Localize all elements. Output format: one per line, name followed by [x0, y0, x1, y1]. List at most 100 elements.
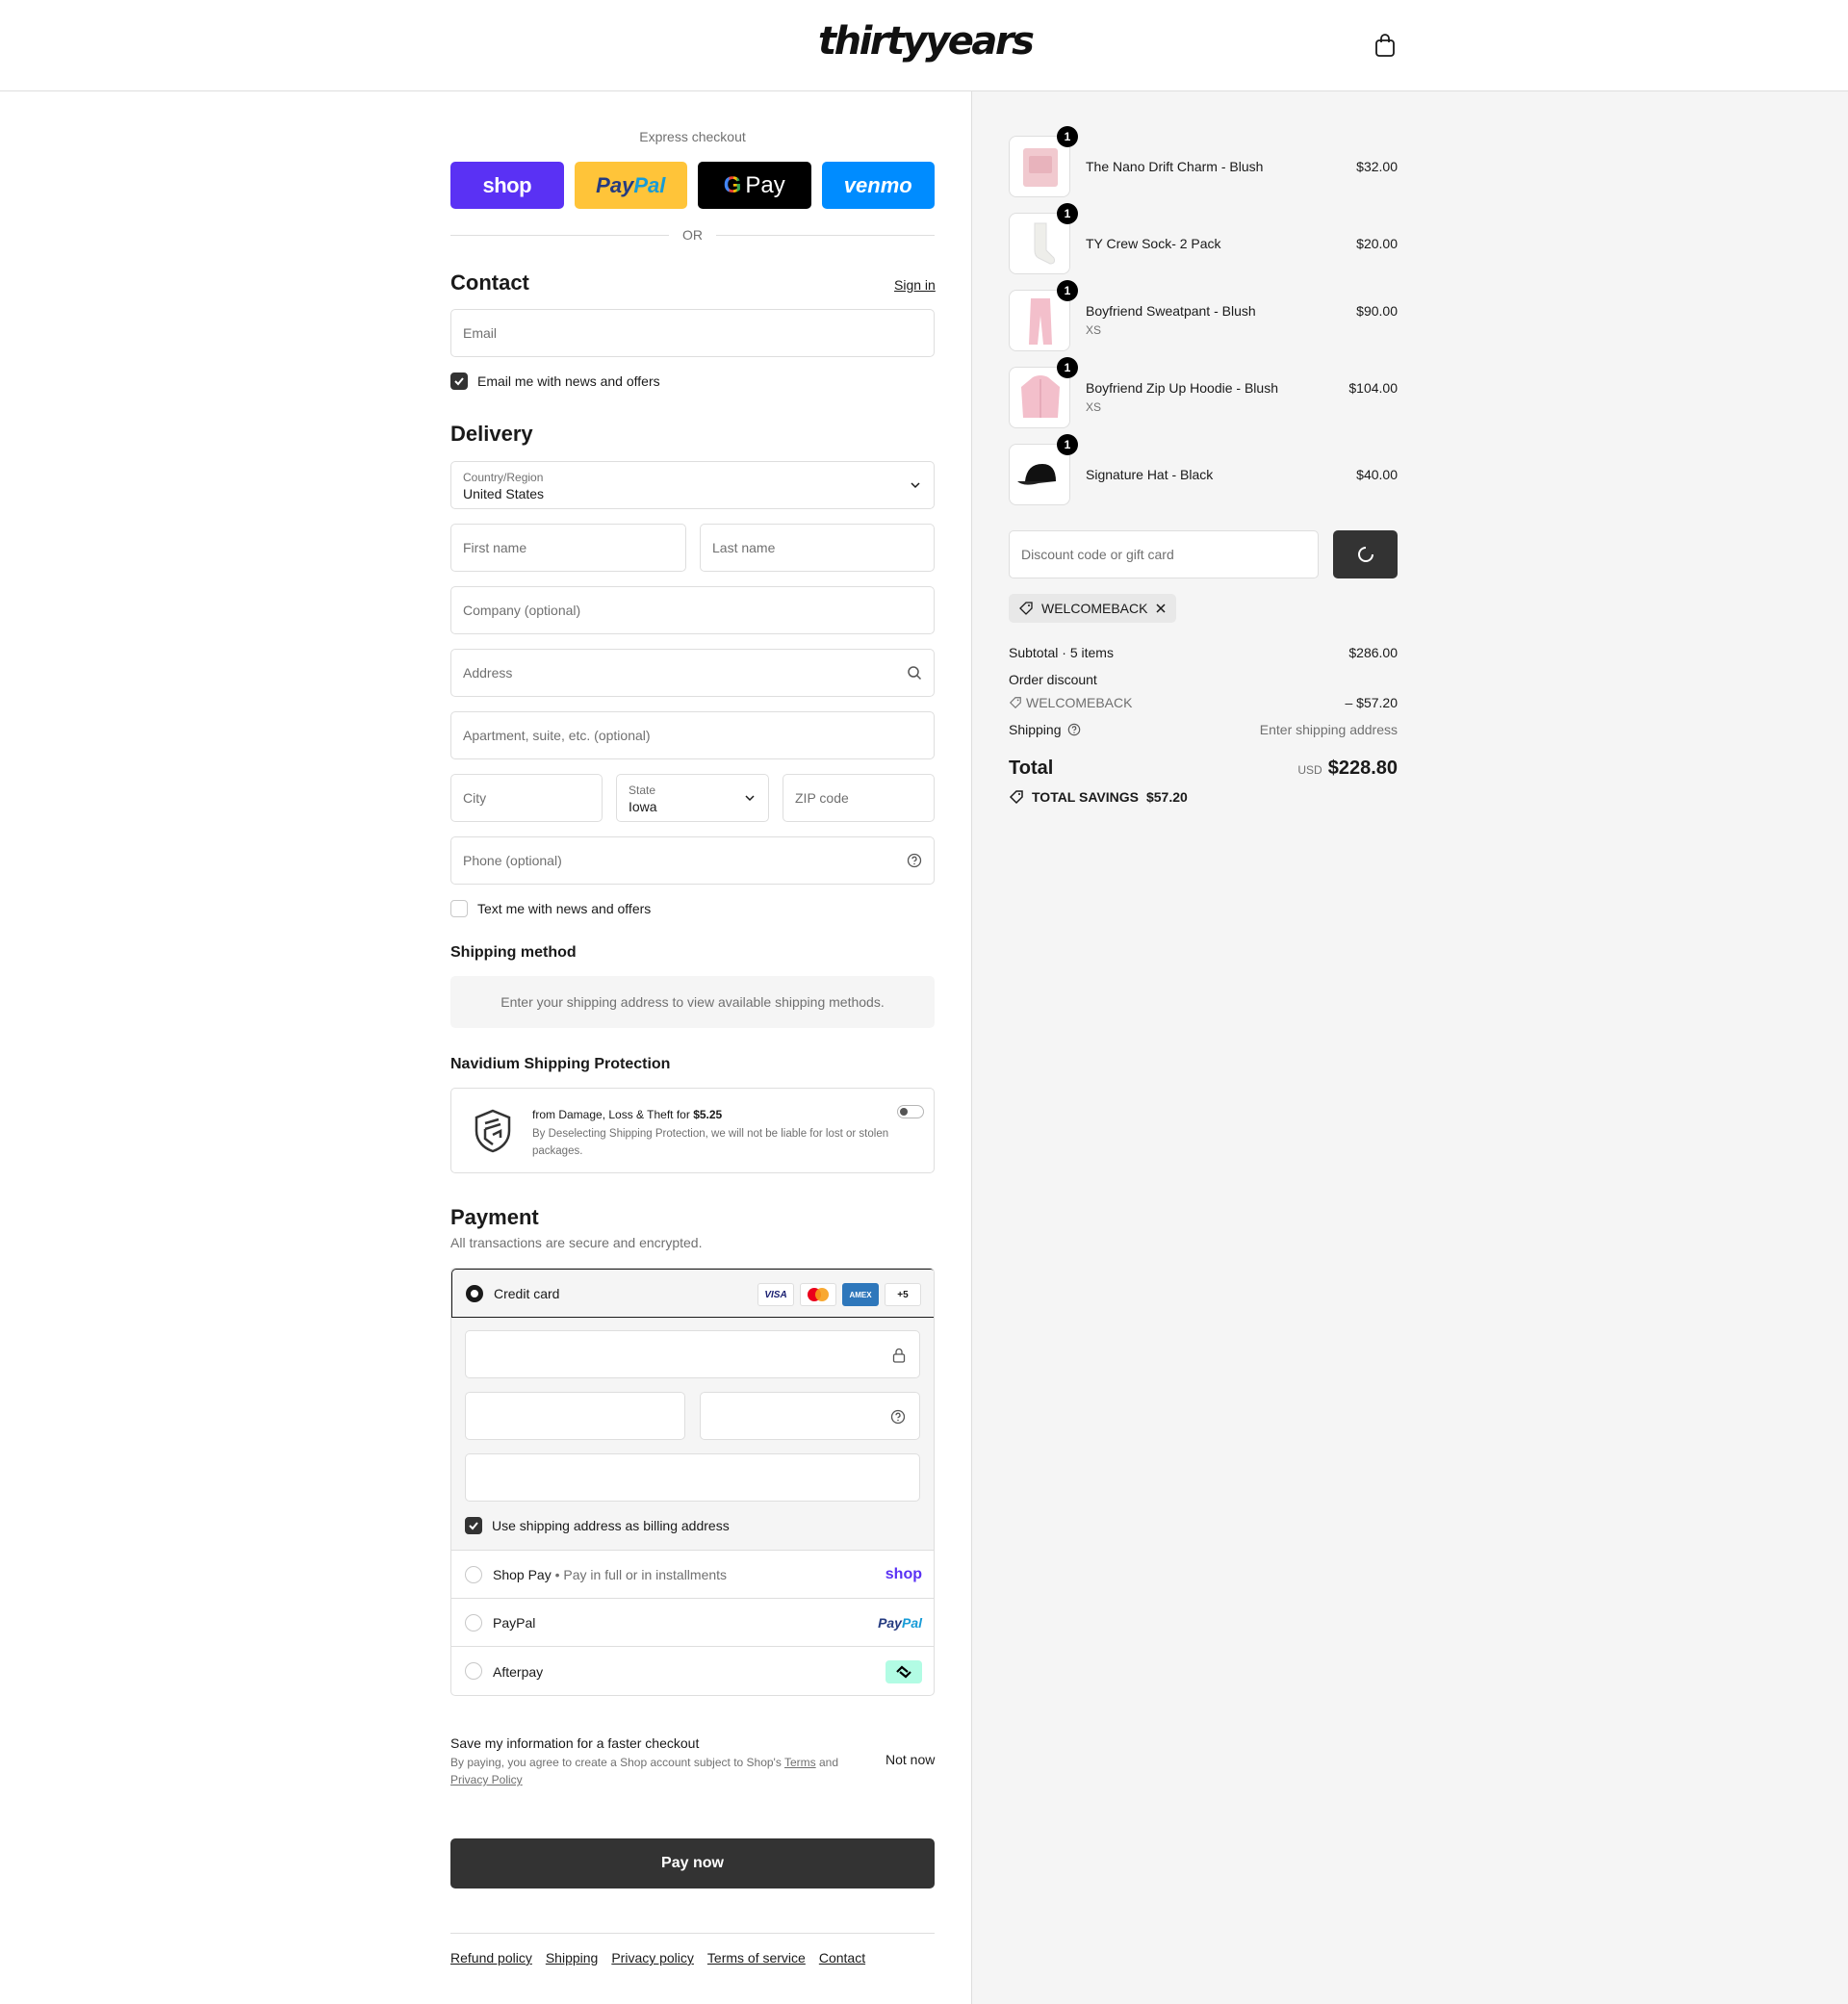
paypal-express-button[interactable]: Pay Pal [574, 162, 687, 209]
shop-pay-subtitle: Pay in full or in installments [563, 1566, 728, 1582]
item-name: The Nano Drift Charm - Blush [1086, 159, 1264, 174]
phone-input[interactable] [451, 837, 934, 884]
shipping-row: Shipping Enter shipping address [1009, 722, 1398, 737]
last-name-input[interactable] [701, 525, 934, 571]
shipping-link[interactable]: Shipping [546, 1950, 599, 1965]
credit-card-radio[interactable] [466, 1285, 483, 1302]
sms-checkbox-row[interactable]: Text me with news and offers [450, 900, 651, 917]
refund-policy-link[interactable]: Refund policy [450, 1950, 532, 1965]
privacy-policy-link[interactable]: Privacy policy [611, 1950, 694, 1965]
first-name-input[interactable] [451, 525, 685, 571]
newsletter-label: Email me with news and offers [477, 373, 660, 389]
newsletter-checkbox[interactable] [450, 373, 468, 390]
credit-card-option[interactable]: Credit card VISA AMEX +5 [451, 1269, 934, 1318]
contact-link[interactable]: Contact [819, 1950, 865, 1965]
paypal-logo-b: Pal [901, 1614, 922, 1631]
shop-pay-express-button[interactable]: shop [450, 162, 564, 209]
order-item: 1 Boyfriend Zip Up Hoodie - Blush XS $10… [1009, 357, 1398, 430]
shop-terms-link[interactable]: Terms [784, 1756, 816, 1769]
paypal-label: PayPal [493, 1614, 536, 1631]
newsletter-checkbox-row[interactable]: Email me with news and offers [450, 373, 660, 390]
phone-field[interactable] [450, 836, 935, 885]
country-value: United States [463, 486, 545, 501]
first-name-field[interactable] [450, 524, 686, 572]
billing-same-checkbox[interactable] [465, 1517, 482, 1534]
save-info-description: By paying, you agree to create a Shop ac… [450, 1754, 855, 1788]
company-input[interactable] [451, 587, 934, 633]
email-field[interactable] [450, 309, 935, 357]
brand-logo[interactable]: thirtyyears [818, 19, 1035, 64]
card-name-field[interactable] [465, 1453, 920, 1502]
apartment-input[interactable] [451, 712, 934, 758]
card-expiry-field[interactable] [465, 1392, 685, 1440]
billing-same-row[interactable]: Use shipping address as billing address [465, 1517, 730, 1534]
card-number-field[interactable] [465, 1330, 920, 1378]
subtotal-label: Subtotal · 5 items [1009, 645, 1114, 660]
discount-code-field[interactable] [1009, 530, 1319, 578]
email-input[interactable] [451, 310, 934, 356]
apartment-field[interactable] [450, 711, 935, 759]
shipping-protection-heading: Navidium Shipping Protection [450, 1056, 671, 1072]
item-price: $90.00 [1356, 303, 1398, 319]
shipping-label-wrap: Shipping [1009, 722, 1081, 737]
city-input[interactable] [451, 775, 602, 821]
shop-pay-name: Shop Pay [493, 1566, 552, 1582]
order-discount-code: WELCOMEBACK [1009, 695, 1132, 710]
google-g-icon: G [723, 171, 742, 198]
card-cvv-field[interactable] [700, 1392, 920, 1440]
shop-pay-option[interactable]: Shop Pay • Pay in full or in installment… [451, 1551, 934, 1599]
sms-checkbox[interactable] [450, 900, 468, 917]
sms-label: Text me with news and offers [477, 901, 652, 916]
sign-in-link[interactable]: Sign in [894, 277, 936, 293]
save-info-and: and [815, 1756, 838, 1769]
zip-field[interactable] [783, 774, 935, 822]
address-input[interactable] [451, 650, 934, 696]
zip-input[interactable] [783, 775, 934, 821]
protection-toggle[interactable] [897, 1105, 924, 1118]
help-circle-icon[interactable] [907, 853, 922, 868]
city-field[interactable] [450, 774, 603, 822]
visa-icon: VISA [757, 1283, 794, 1306]
chevron-down-icon [911, 482, 920, 489]
item-price: $32.00 [1356, 159, 1398, 174]
item-variant: XS [1086, 400, 1102, 414]
total-value: $228.80 [1327, 758, 1398, 779]
last-name-field[interactable] [700, 524, 935, 572]
or-text: OR [682, 227, 703, 243]
venmo-express-button[interactable]: venmo [821, 162, 935, 209]
country-select[interactable]: Country/Region United States [450, 461, 935, 509]
address-field[interactable] [450, 649, 935, 697]
total-savings-row: TOTAL SAVINGS $57.20 [1009, 789, 1188, 805]
protection-line: from Damage, Loss & Theft for [532, 1108, 694, 1121]
pay-now-button[interactable]: Pay now [450, 1838, 935, 1888]
site-header: thirtyyears [0, 0, 1848, 91]
google-pay-express-button[interactable]: G Pay [698, 162, 811, 209]
state-select[interactable]: State Iowa [616, 774, 769, 822]
shop-pay-radio[interactable] [465, 1566, 482, 1583]
credit-card-label: Credit card [494, 1285, 560, 1301]
help-circle-icon[interactable] [1067, 723, 1081, 736]
company-field[interactable] [450, 586, 935, 634]
total-savings-value: $57.20 [1145, 789, 1188, 805]
paypal-radio[interactable] [465, 1614, 482, 1631]
not-now-button[interactable]: Not now [886, 1752, 935, 1767]
order-discount-value: – $57.20 [1345, 695, 1399, 710]
close-icon[interactable] [1155, 603, 1167, 614]
paypal-option[interactable]: PayPal PayPal [451, 1599, 934, 1647]
shopping-bag-icon[interactable] [1374, 33, 1396, 58]
help-circle-icon[interactable] [890, 1409, 906, 1425]
discount-code-input[interactable] [1010, 531, 1318, 578]
afterpay-radio[interactable] [465, 1662, 482, 1680]
afterpay-option[interactable]: Afterpay [451, 1647, 934, 1695]
shop-privacy-link[interactable]: Privacy Policy [450, 1773, 523, 1786]
payment-subtitle: All transactions are secure and encrypte… [450, 1235, 703, 1250]
search-icon [908, 666, 922, 681]
item-variant: XS [1086, 323, 1102, 337]
terms-of-service-link[interactable]: Terms of service [707, 1950, 806, 1965]
item-price: $104.00 [1348, 380, 1398, 396]
checkmark-icon [469, 1522, 478, 1530]
quantity-badge: 1 [1057, 280, 1078, 301]
total-amount: USD $228.80 [1297, 758, 1398, 780]
apply-discount-button[interactable] [1333, 530, 1398, 578]
tag-icon [1009, 697, 1021, 709]
